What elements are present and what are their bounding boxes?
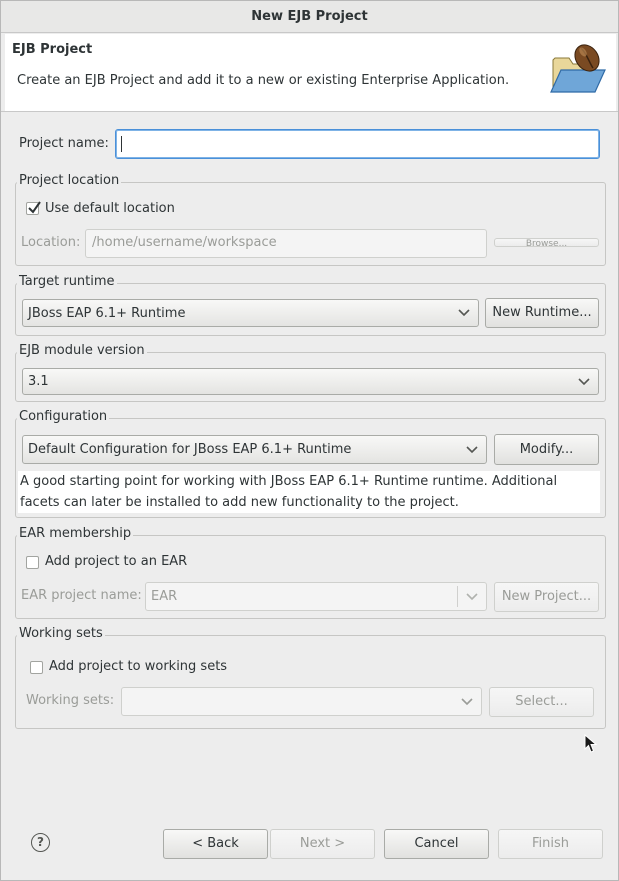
use-default-location-checkbox[interactable]: [26, 201, 41, 215]
target-runtime-title: Target runtime: [17, 274, 117, 289]
folder-bean-icon: [547, 42, 609, 98]
browse-button[interactable]: Browse...: [494, 238, 599, 247]
combo-divider: [457, 586, 458, 607]
add-to-working-sets-checkbox[interactable]: [30, 661, 43, 674]
back-button[interactable]: < Back: [163, 829, 268, 859]
location-input[interactable]: /home/username/workspace: [85, 229, 487, 258]
ear-project-name-label: EAR project name:: [21, 588, 142, 603]
ejb-module-version-value: 3.1: [28, 374, 49, 389]
cancel-button-label: Cancel: [414, 836, 459, 851]
chevron-down-icon: [461, 697, 473, 705]
banner-description: Create an EJB Project and add it to a ne…: [17, 73, 510, 88]
modify-button[interactable]: Modify...: [494, 434, 599, 465]
banner-title: EJB Project: [12, 42, 93, 57]
select-working-sets-button[interactable]: Select...: [489, 687, 594, 717]
mouse-cursor-icon: [584, 734, 598, 753]
finish-button[interactable]: Finish: [498, 829, 603, 859]
browse-button-label: Browse...: [525, 239, 568, 247]
ear-project-name-value: EAR: [151, 589, 178, 604]
working-sets-label: Working sets:: [26, 693, 115, 708]
add-to-ear-label: Add project to an EAR: [45, 554, 188, 569]
target-runtime-select[interactable]: JBoss EAP 6.1+ Runtime: [22, 299, 479, 327]
checkmark-icon: [28, 201, 41, 214]
project-name-input[interactable]: [115, 129, 600, 159]
chevron-down-icon: [466, 445, 478, 453]
next-button-label: Next >: [299, 836, 346, 851]
chevron-down-icon: [458, 309, 470, 317]
ear-membership-title: EAR membership: [17, 526, 134, 541]
target-runtime-value: JBoss EAP 6.1+ Runtime: [28, 306, 186, 321]
ear-project-name-select[interactable]: EAR: [145, 582, 487, 611]
text-caret: [121, 136, 122, 152]
add-to-working-sets-label: Add project to working sets: [49, 659, 228, 674]
chevron-down-icon: [466, 592, 478, 600]
project-location-title: Project location: [17, 173, 122, 188]
banner-separator: [1, 111, 618, 112]
wizard-banner: EJB Project Create an EJB Project and ad…: [5, 34, 616, 111]
modify-button-label: Modify...: [519, 442, 574, 457]
working-sets-select[interactable]: [121, 687, 482, 716]
location-value: /home/username/workspace: [92, 235, 277, 250]
use-default-location-label: Use default location: [45, 201, 175, 216]
new-runtime-button[interactable]: New Runtime...: [485, 298, 599, 328]
new-project-button[interactable]: New Project...: [494, 582, 599, 612]
cancel-button[interactable]: Cancel: [384, 829, 489, 859]
new-runtime-button-label: New Runtime...: [492, 305, 592, 320]
next-button[interactable]: Next >: [270, 829, 375, 859]
chevron-down-icon: [578, 377, 590, 385]
back-button-label: < Back: [192, 836, 239, 851]
configuration-description: A good starting point for working with J…: [18, 471, 600, 513]
ejb-module-version-title: EJB module version: [17, 343, 147, 358]
add-to-ear-checkbox[interactable]: [26, 556, 39, 569]
window-title: New EJB Project: [1, 1, 618, 33]
location-label: Location:: [21, 235, 81, 250]
configuration-select[interactable]: Default Configuration for JBoss EAP 6.1+…: [22, 435, 487, 464]
configuration-value: Default Configuration for JBoss EAP 6.1+…: [28, 442, 352, 457]
new-project-button-label: New Project...: [501, 589, 592, 604]
working-sets-title: Working sets: [17, 626, 105, 641]
ejb-module-version-select[interactable]: 3.1: [22, 368, 599, 395]
dialog-window: New EJB Project EJB Project Create an EJ…: [0, 0, 619, 881]
finish-button-label: Finish: [531, 836, 569, 851]
project-name-label: Project name:: [19, 136, 109, 151]
configuration-title: Configuration: [17, 409, 110, 424]
select-button-label: Select...: [515, 694, 568, 709]
help-icon[interactable]: ?: [31, 833, 50, 852]
